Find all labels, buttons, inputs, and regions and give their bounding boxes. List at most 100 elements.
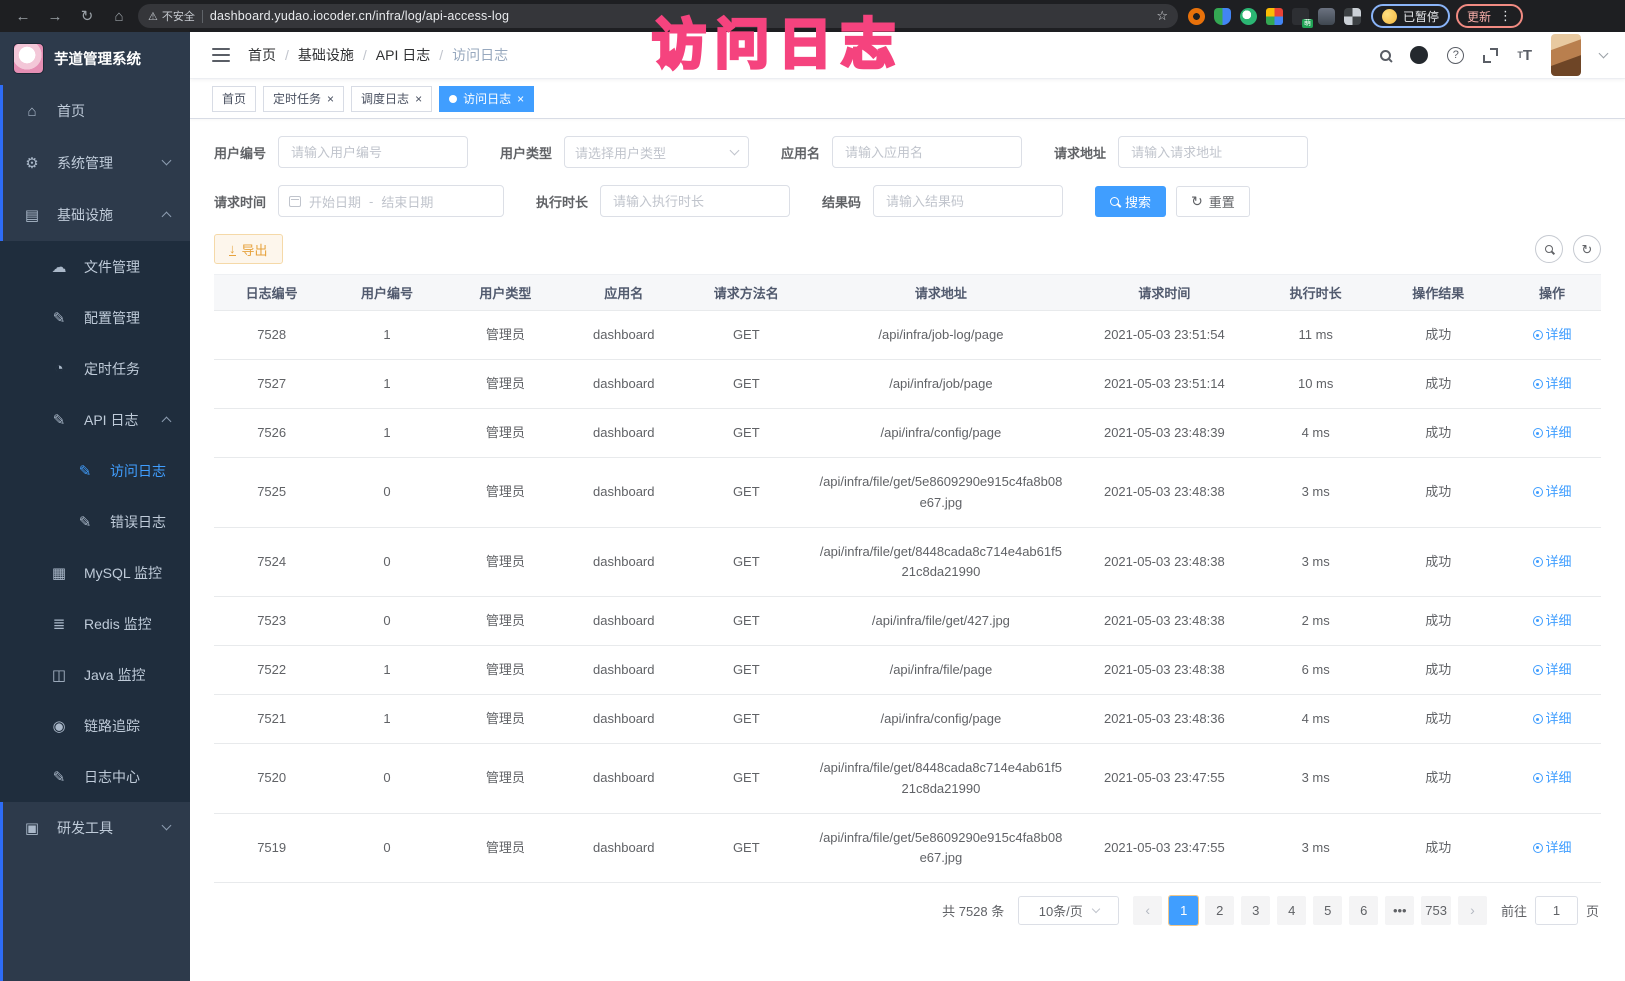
sidebar-item-api-log[interactable]: ✎API 日志 <box>0 394 190 445</box>
detail-link[interactable]: 详细 <box>1533 327 1572 342</box>
tab-close-icon[interactable]: × <box>517 93 524 105</box>
browser-menu-icon[interactable]: ⋮ <box>1499 8 1512 24</box>
date-range-picker[interactable]: 开始日期 - 结束日期 <box>278 185 504 217</box>
sidebar-item-mysql-monitor[interactable]: ▦MySQL 监控 <box>0 547 190 598</box>
chevron-up-icon <box>162 212 172 222</box>
request-url-input[interactable] <box>1118 136 1308 168</box>
tab-close-icon[interactable]: × <box>327 93 334 105</box>
tab-定时任务[interactable]: 定时任务× <box>263 86 344 112</box>
more-pages-button[interactable]: ••• <box>1385 896 1414 925</box>
user-type-select[interactable]: 请选择用户类型 <box>564 136 749 168</box>
extension-icon-green[interactable] <box>1240 8 1257 25</box>
extension-icon-orange[interactable] <box>1188 8 1205 25</box>
cell-action: 详细 <box>1503 458 1601 527</box>
page-button-753[interactable]: 753 <box>1421 896 1451 925</box>
security-warning-icon[interactable]: ⚠ 不安全 <box>148 8 195 24</box>
extension-icon-puppet[interactable] <box>1318 8 1335 25</box>
date-range-separator: - <box>369 194 373 209</box>
browser-reload-button[interactable]: ↻ <box>74 4 100 28</box>
cell-time: 2021-05-03 23:51:14 <box>1071 360 1258 409</box>
extension-icon-pinwheel[interactable] <box>1344 8 1361 25</box>
toggle-search-button[interactable] <box>1535 235 1563 263</box>
sidebar-item-cloud-upload[interactable]: ☁文件管理 <box>0 241 190 292</box>
page-button-1[interactable]: 1 <box>1169 896 1198 925</box>
breadcrumb-item[interactable]: 首页 <box>248 45 276 65</box>
browser-update-button[interactable]: 更新 ⋮ <box>1456 4 1523 28</box>
cell-id: 7519 <box>214 813 329 882</box>
detail-link[interactable]: 详细 <box>1533 484 1572 499</box>
sidebar-item-log-center[interactable]: ✎日志中心 <box>0 751 190 802</box>
detail-link[interactable]: 详细 <box>1533 425 1572 440</box>
tab-访问日志[interactable]: 访问日志× <box>439 86 534 112</box>
page-size-select[interactable]: 10条/页 <box>1018 896 1119 925</box>
page-button-2[interactable]: 2 <box>1205 896 1234 925</box>
sidebar-item-access-log[interactable]: ✎访问日志 <box>0 445 190 496</box>
next-page-button[interactable]: › <box>1458 896 1487 925</box>
search-icon[interactable] <box>1380 50 1391 61</box>
sidebar-item-infrastructure[interactable]: ▤基础设施 <box>0 189 190 241</box>
sidebar-item-gear[interactable]: ⚙系统管理 <box>0 137 190 189</box>
extension-icon-grid[interactable] <box>1266 8 1283 25</box>
detail-link[interactable]: 详细 <box>1533 613 1572 628</box>
tab-调度日志[interactable]: 调度日志 × <box>351 86 432 112</box>
github-icon[interactable] <box>1410 46 1428 64</box>
extension-icon-shield[interactable] <box>1214 8 1231 25</box>
page-button-6[interactable]: 6 <box>1349 896 1378 925</box>
cell-result: 成功 <box>1373 311 1503 360</box>
detail-link[interactable]: 详细 <box>1533 554 1572 569</box>
help-icon[interactable]: ? <box>1447 47 1464 64</box>
detail-link[interactable]: 详细 <box>1533 840 1572 855</box>
sidebar-item-home[interactable]: ⌂首页 <box>0 85 190 137</box>
sidebar-item-java-monitor[interactable]: ◫Java 监控 <box>0 649 190 700</box>
user-id-input[interactable] <box>278 136 468 168</box>
duration-input[interactable] <box>600 185 790 217</box>
sidebar-item-error-log[interactable]: ✎错误日志 <box>0 496 190 547</box>
tab-close-icon[interactable]: × <box>415 93 422 105</box>
goto-page-input[interactable] <box>1535 896 1578 925</box>
cell-url: /api/infra/file/get/5e8609290e915c4fa8b0… <box>811 813 1070 882</box>
sidebar-item-edit[interactable]: ✎配置管理 <box>0 292 190 343</box>
browser-back-button[interactable]: ← <box>10 4 36 28</box>
tab-首页[interactable]: 首页 <box>212 86 256 112</box>
tab-label: 调度日志 <box>361 90 409 107</box>
browser-address-bar[interactable]: ⚠ 不安全 dashboard.yudao.iocoder.cn/infra/l… <box>138 4 1178 28</box>
breadcrumb-item[interactable]: 基础设施 <box>298 45 354 65</box>
page-button-4[interactable]: 4 <box>1277 896 1306 925</box>
detail-link[interactable]: 详细 <box>1533 376 1572 391</box>
font-size-icon[interactable]: TT <box>1517 47 1532 64</box>
extension-icon-translate[interactable]: 萌 <box>1292 8 1309 25</box>
app-name-input[interactable] <box>832 136 1022 168</box>
end-date-placeholder[interactable]: 结束日期 <box>381 192 433 211</box>
sidebar-item-dev-tools[interactable]: ▣研发工具 <box>0 802 190 854</box>
prev-page-button[interactable]: ‹ <box>1133 896 1162 925</box>
security-label: 不安全 <box>162 8 195 24</box>
download-icon: ↓ <box>229 242 236 256</box>
avatar-dropdown-icon[interactable] <box>1599 49 1609 59</box>
bookmark-star-icon[interactable]: ☆ <box>1156 8 1168 24</box>
page-button-5[interactable]: 5 <box>1313 896 1342 925</box>
breadcrumb-item[interactable]: API 日志 <box>376 45 430 65</box>
sidebar-item-redis-monitor[interactable]: ≣Redis 监控 <box>0 598 190 649</box>
search-button[interactable]: 搜索 <box>1095 186 1166 217</box>
sidebar-logo[interactable]: 芋道管理系统 <box>0 32 190 85</box>
eye-icon <box>1533 330 1543 340</box>
result-code-input[interactable] <box>873 185 1063 217</box>
browser-forward-button[interactable]: → <box>42 4 68 28</box>
user-avatar[interactable] <box>1551 34 1581 76</box>
detail-link[interactable]: 详细 <box>1533 770 1572 785</box>
detail-link[interactable]: 详细 <box>1533 711 1572 726</box>
detail-link[interactable]: 详细 <box>1533 662 1572 677</box>
cell-user_type: 管理员 <box>445 360 567 409</box>
sidebar-item-trace[interactable]: ◉链路追踪 <box>0 700 190 751</box>
page-button-3[interactable]: 3 <box>1241 896 1270 925</box>
fullscreen-icon[interactable] <box>1483 48 1498 63</box>
cell-time: 2021-05-03 23:48:38 <box>1071 527 1258 596</box>
browser-home-button[interactable]: ⌂ <box>106 4 132 28</box>
sidebar-item-schedule[interactable]: ◔定时任务 <box>0 343 190 394</box>
profile-paused-badge[interactable]: 已暂停 <box>1371 4 1450 28</box>
reset-button[interactable]: ↻ 重置 <box>1176 186 1250 217</box>
start-date-placeholder[interactable]: 开始日期 <box>309 192 361 211</box>
sidebar-toggle-icon[interactable] <box>212 48 230 62</box>
export-button[interactable]: ↓ 导出 <box>214 234 283 264</box>
refresh-table-button[interactable]: ↻ <box>1573 235 1601 263</box>
